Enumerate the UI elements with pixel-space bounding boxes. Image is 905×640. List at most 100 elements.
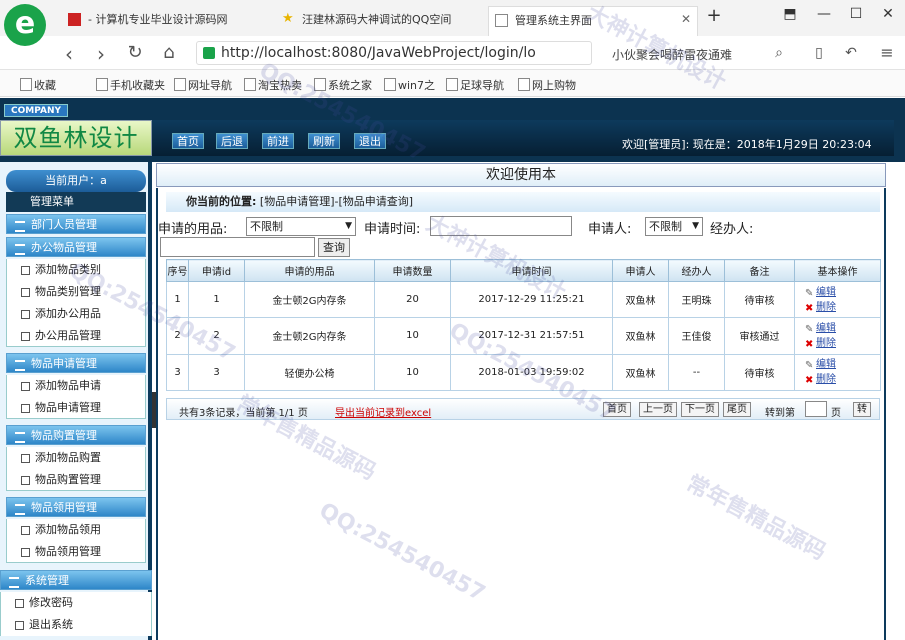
nav-logout-button[interactable]: 退出 — [354, 133, 386, 149]
sidebar-item-add-receive[interactable]: 添加物品领用 — [6, 519, 146, 541]
column-header: 备注 — [724, 259, 795, 282]
table-header-row: 序号 申请id 申请的用品 申请数量 申请时间 申请人 经办人 备注 基本操作 — [166, 259, 881, 282]
page-label: 页 — [831, 408, 841, 419]
section-dept-staff[interactable]: 部门人员管理 — [6, 214, 146, 234]
delete-label: 删除 — [816, 301, 836, 313]
current-user: 当前用户：a — [6, 170, 146, 192]
phone-icon[interactable]: ▯ — [808, 45, 830, 61]
sidebar-item-add-purchase[interactable]: 添加物品购置 — [6, 447, 146, 469]
delete-link[interactable]: ✖ 删除 — [805, 372, 880, 387]
applicant-filter-select[interactable]: 不限制 ▼ — [645, 217, 703, 236]
bookmark-item[interactable]: 手机收藏夹 — [96, 77, 165, 93]
sidebar-item-add-supply[interactable]: 添加办公用品 — [6, 303, 146, 325]
next-page-button[interactable]: 下一页 — [681, 402, 719, 417]
chevron-down-icon: ▼ — [692, 221, 699, 231]
forward-icon[interactable]: › — [90, 42, 112, 66]
sidebar-item-change-password[interactable]: 修改密码 — [0, 592, 152, 614]
prev-page-button[interactable]: 上一页 — [639, 402, 677, 417]
last-page-button[interactable]: 尾页 — [723, 402, 751, 417]
delete-link[interactable]: ✖ 删除 — [805, 336, 880, 351]
page-icon — [495, 14, 508, 27]
table-cell: 2018-01-03 19:59:02 — [450, 353, 613, 392]
browser-tab-1[interactable]: - 计算机专业毕业设计源码网 — [62, 6, 270, 36]
table-cell: 金士顿2G内存条 — [244, 280, 375, 319]
table-cell: 金士顿2G内存条 — [244, 317, 375, 355]
menu-icon[interactable]: ≡ — [876, 43, 898, 62]
page-title: 欢迎使用本 — [156, 163, 886, 187]
edit-link[interactable]: ✎ 编辑 — [805, 321, 880, 336]
column-header: 申请的用品 — [244, 259, 375, 282]
bookmarks-bar: 收藏 手机收藏夹 网址导航 淘宝热卖 系统之家 win7之 足球导航 网上购物 — [0, 70, 905, 97]
table-cell: 审核通过 — [724, 317, 795, 355]
bookmark-item[interactable]: 网址导航 — [174, 77, 232, 93]
handler-filter-input[interactable] — [160, 237, 315, 257]
table-cell: 10 — [374, 317, 451, 355]
time-filter-input[interactable] — [430, 216, 572, 236]
section-system[interactable]: 系统管理 — [0, 570, 152, 590]
bookmark-item[interactable]: 系统之家 — [314, 77, 372, 93]
item-filter-select[interactable]: 不限制 ▼ — [246, 217, 356, 236]
nav-forward-button[interactable]: 前进 — [262, 133, 294, 149]
page-number-input[interactable] — [805, 401, 827, 417]
search-icon[interactable]: ⌕ — [768, 45, 790, 61]
handler-filter-label: 经办人: — [710, 222, 754, 237]
sidebar-item-purchase-manage[interactable]: 物品购置管理 — [6, 469, 146, 491]
column-header: 申请人 — [612, 259, 669, 282]
bookmark-item[interactable]: 网上购物 — [518, 77, 576, 93]
close-window-icon[interactable]: ✕ — [876, 6, 900, 22]
browser-tab-active[interactable]: 管理系统主界面 ✕ — [488, 6, 698, 36]
bookmark-item[interactable]: 足球导航 — [446, 77, 504, 93]
section-item-purchase[interactable]: 物品购置管理 — [6, 425, 146, 445]
sidebar-item-add-apply[interactable]: 添加物品申请 — [6, 375, 146, 397]
ops-cell: ✎ 编辑 ✖ 删除 — [794, 317, 881, 355]
table-cell: 双鱼林 — [612, 353, 669, 392]
bookmark-item[interactable]: 淘宝热卖 — [244, 77, 302, 93]
location-path: [物品申请管理]-[物品申请查询] — [259, 195, 414, 208]
column-header: 申请数量 — [374, 259, 451, 282]
browser-tab-2[interactable]: ★ 汪建林源码大神调试的QQ空间 — [276, 6, 476, 36]
sidebar-item-supply-manage[interactable]: 办公用品管理 — [6, 325, 146, 347]
section-item-apply[interactable]: 物品申请管理 — [6, 353, 146, 373]
nav-back-button[interactable]: 后退 — [216, 133, 248, 149]
bookmark-item[interactable]: win7之 — [384, 77, 435, 93]
query-button[interactable]: 查询 — [318, 238, 350, 257]
goto-label: 转到第 — [765, 408, 795, 419]
secure-icon — [203, 47, 215, 59]
welcome-text: 欢迎[管理员]: 现在是：2018年1月29日 20:23:04 — [622, 138, 872, 151]
section-item-receive[interactable]: 物品领用管理 — [6, 497, 146, 517]
sidebar-item-logout[interactable]: 退出系统 — [0, 614, 152, 636]
delete-link[interactable]: ✖ 删除 — [805, 300, 880, 315]
item-filter-label: 申请的用品: — [158, 222, 228, 237]
table-cell: 待审核 — [724, 280, 795, 319]
url-input[interactable]: http://localhost:8080/JavaWebProject/log… — [196, 41, 592, 65]
export-excel-link[interactable]: 导出当前记录到excel — [335, 404, 431, 419]
shirt-icon[interactable]: ⬒ — [778, 6, 802, 22]
section-office-items[interactable]: 办公物品管理 — [6, 237, 146, 257]
undo-icon[interactable]: ↶ — [840, 45, 862, 61]
nav-refresh-button[interactable]: 刷新 — [308, 133, 340, 149]
sidebar-item-apply-manage[interactable]: 物品申请管理 — [6, 397, 146, 419]
edit-link[interactable]: ✎ 编辑 — [805, 285, 880, 300]
go-button[interactable]: 转 — [853, 402, 871, 417]
delete-label: 删除 — [816, 374, 836, 386]
pencil-icon: ✎ — [805, 287, 814, 299]
pencil-icon: ✎ — [805, 360, 814, 372]
back-icon[interactable]: ‹ — [58, 42, 80, 66]
sidebar-item-receive-manage[interactable]: 物品领用管理 — [6, 541, 146, 563]
sidebar-item-add-category[interactable]: 添加物品类别 — [6, 259, 146, 281]
close-tab-icon[interactable]: ✕ — [681, 12, 691, 26]
search-suggestion[interactable]: 小伙聚会喝醉雷夜通难 — [612, 41, 792, 65]
home-icon[interactable]: ⌂ — [158, 42, 180, 63]
maximize-icon[interactable]: ☐ — [844, 6, 868, 22]
reload-icon[interactable]: ↻ — [124, 42, 146, 63]
star-icon: ★ — [282, 11, 294, 26]
nav-home-button[interactable]: 首页 — [172, 133, 204, 149]
minimize-icon[interactable]: — — [812, 6, 836, 22]
new-tab-button[interactable]: + — [702, 5, 726, 26]
edit-label: 编辑 — [816, 322, 836, 334]
edit-link[interactable]: ✎ 编辑 — [805, 357, 880, 372]
first-page-button[interactable]: 首页 — [603, 402, 631, 417]
bookmark-item[interactable]: 收藏 — [20, 77, 56, 93]
sidebar-item-category-manage[interactable]: 物品类别管理 — [6, 281, 146, 303]
delete-icon: ✖ — [805, 375, 814, 387]
